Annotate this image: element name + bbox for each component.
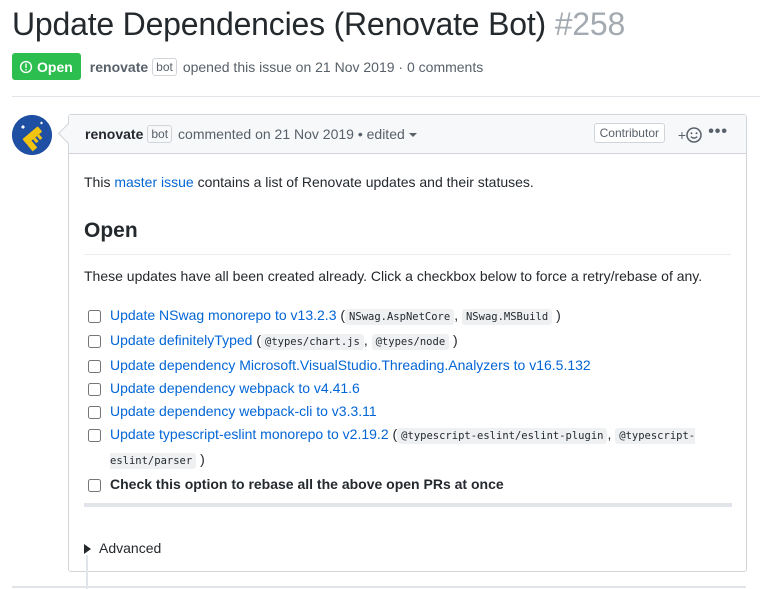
issue-meta: Open renovate bot opened this issue on 2… bbox=[12, 53, 483, 80]
task-checkbox[interactable] bbox=[88, 383, 101, 396]
task-link[interactable]: Update dependency Microsoft.VisualStudio… bbox=[110, 357, 591, 373]
comment-date-text: commented on 21 Nov 2019 • bbox=[178, 126, 363, 142]
task-link[interactable]: Update NSwag monorepo to v13.2.3 bbox=[110, 307, 336, 323]
package-code: NSwag.MSBuild bbox=[461, 309, 553, 325]
issue-comment: renovate bot commented on 21 Nov 2019 • … bbox=[68, 114, 747, 572]
comment-author-link[interactable]: renovate bbox=[85, 126, 143, 142]
issue-number: #258 bbox=[554, 6, 626, 42]
comment-bot-label: bot bbox=[147, 125, 173, 143]
task-link[interactable]: Update dependency webpack-cli to v3.3.11 bbox=[110, 403, 377, 419]
paren: ) bbox=[200, 451, 205, 467]
reaction-plus: + bbox=[677, 127, 686, 143]
intro-suffix: contains a list of Renovate updates and … bbox=[193, 174, 534, 190]
add-reaction-button[interactable]: + bbox=[678, 127, 702, 143]
task-checkbox[interactable] bbox=[88, 360, 101, 373]
task-item: Update dependency Microsoft.VisualStudio… bbox=[88, 354, 728, 377]
comment-edited-dropdown[interactable]: edited bbox=[367, 126, 417, 142]
issue-opened-icon bbox=[19, 60, 33, 73]
renovate-avatar[interactable] bbox=[12, 115, 52, 155]
renovate-logo-icon bbox=[12, 115, 52, 155]
task-link[interactable]: Update definitelyTyped bbox=[110, 332, 252, 348]
package-code: @typescript-eslint/eslint-plugin bbox=[397, 428, 608, 444]
issue-title-text: Update Dependencies (Renovate Bot) bbox=[12, 6, 546, 42]
header-divider bbox=[12, 96, 760, 97]
paren: ) bbox=[556, 307, 561, 323]
timeline-line bbox=[86, 555, 88, 589]
triangle-right-icon bbox=[84, 543, 91, 554]
task-item: Update dependency webpack to v4.41.6 bbox=[88, 377, 728, 400]
intro-paragraph: This master issue contains a list of Ren… bbox=[84, 172, 534, 193]
task-checkbox[interactable] bbox=[88, 335, 101, 348]
caret-down-icon bbox=[408, 133, 417, 138]
issue-author-bot-label: bot bbox=[152, 57, 177, 76]
package-code: @types/chart.js bbox=[261, 334, 364, 350]
section-divider bbox=[84, 503, 732, 507]
task-item: Update typescript-eslint monorepo to v2.… bbox=[88, 423, 728, 473]
rebase-all-checkbox[interactable] bbox=[88, 479, 101, 492]
advanced-label: Advanced bbox=[99, 540, 162, 556]
task-link[interactable]: Update typescript-eslint monorepo to v2.… bbox=[110, 426, 389, 442]
package-code: @types/node bbox=[371, 334, 450, 350]
rebase-all-label: Check this option to rebase all the abov… bbox=[110, 476, 504, 492]
updates-description: These updates have all been created alre… bbox=[84, 268, 703, 284]
comment-more-button[interactable]: ••• bbox=[708, 123, 728, 141]
intro-prefix: This bbox=[84, 174, 115, 190]
advanced-details-toggle[interactable]: Advanced bbox=[84, 538, 161, 559]
task-list: Update NSwag monorepo to v13.2.3 (NSwag.… bbox=[88, 304, 728, 496]
paren: ( bbox=[252, 332, 261, 348]
task-checkbox[interactable] bbox=[88, 406, 101, 419]
issue-author-link[interactable]: renovate bbox=[90, 59, 148, 75]
issue-title: Update Dependencies (Renovate Bot) #258 bbox=[12, 6, 625, 43]
task-item: Update NSwag monorepo to v13.2.3 (NSwag.… bbox=[88, 304, 728, 329]
task-item: Update definitelyTyped (@types/chart.js,… bbox=[88, 329, 728, 354]
paren: ( bbox=[388, 426, 398, 442]
paren: ( bbox=[336, 307, 346, 323]
rebase-all-item: Check this option to rebase all the abov… bbox=[88, 473, 728, 496]
smiley-icon bbox=[686, 127, 702, 143]
task-checkbox[interactable] bbox=[88, 429, 101, 442]
open-heading: Open bbox=[84, 215, 731, 255]
task-checkbox[interactable] bbox=[88, 310, 101, 323]
issue-opened-text: opened this issue on 21 Nov 2019 · 0 com… bbox=[182, 58, 484, 75]
contributor-badge: Contributor bbox=[593, 123, 665, 143]
issue-state-label: Open bbox=[37, 58, 73, 75]
comment-header: renovate bot commented on 21 Nov 2019 • … bbox=[69, 115, 746, 154]
package-code: NSwag.AspNetCore bbox=[345, 309, 455, 325]
edited-label: edited bbox=[366, 126, 405, 142]
master-issue-link[interactable]: master issue bbox=[114, 174, 193, 190]
task-link[interactable]: Update dependency webpack to v4.41.6 bbox=[110, 380, 360, 396]
issue-state-badge: Open bbox=[12, 53, 81, 80]
task-item: Update dependency webpack-cli to v3.3.11 bbox=[88, 400, 728, 423]
paren: ) bbox=[453, 332, 458, 348]
bottom-divider bbox=[12, 586, 746, 588]
